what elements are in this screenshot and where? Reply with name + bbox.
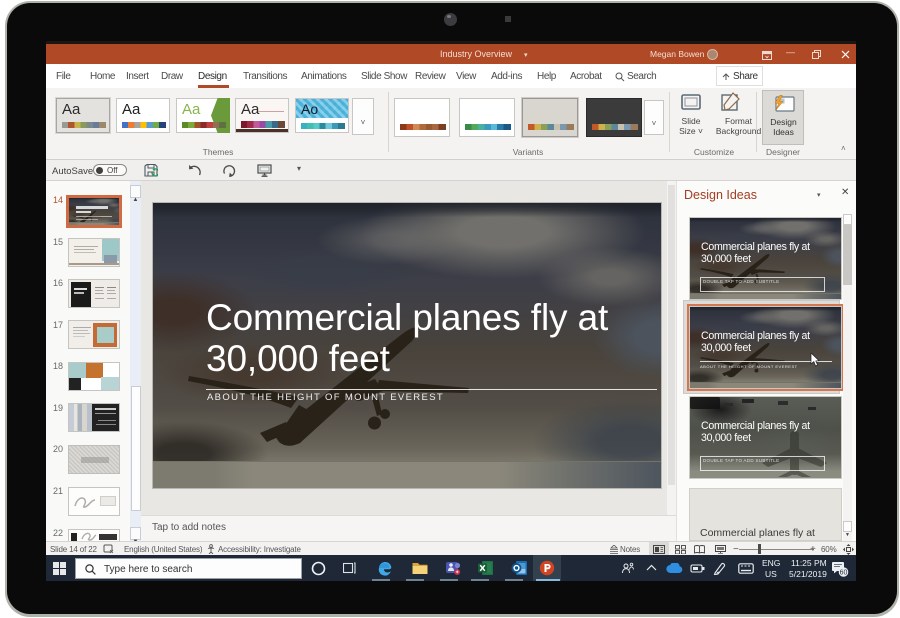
svg-text:60: 60 <box>840 570 848 577</box>
